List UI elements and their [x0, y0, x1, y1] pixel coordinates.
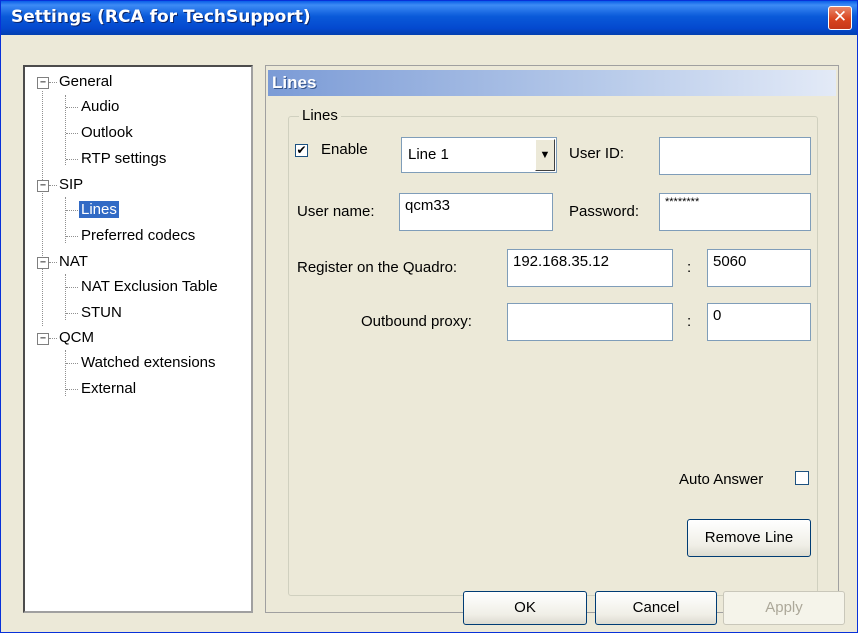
- tree-item-stun[interactable]: STUN: [81, 301, 122, 325]
- tree-line: [49, 262, 57, 263]
- tree-item-outlook[interactable]: Outlook: [81, 121, 133, 145]
- tree-item-sip[interactable]: SIP: [59, 173, 83, 197]
- tree-item-nat-exclusion-table[interactable]: NAT Exclusion Table: [81, 275, 218, 299]
- collapse-icon[interactable]: −: [37, 333, 49, 345]
- enable-checkbox[interactable]: ✔: [295, 144, 308, 157]
- outbound-port-separator: :: [687, 313, 692, 330]
- tree-line: [66, 313, 78, 314]
- panel-header: Lines: [268, 70, 836, 96]
- tree-line: [66, 159, 78, 160]
- user-name-label: User name:: [297, 203, 375, 220]
- window-title: Settings (RCA for TechSupport): [11, 7, 311, 27]
- enable-label: Enable: [321, 141, 368, 158]
- tree-item-audio[interactable]: Audio: [81, 95, 119, 119]
- collapse-icon[interactable]: −: [37, 180, 49, 192]
- tree-line: [66, 133, 78, 134]
- groupbox-title: Lines: [299, 107, 341, 124]
- settings-tree[interactable]: − General Audio Outlook RTP settings − S…: [23, 65, 253, 613]
- close-icon: ✕: [832, 7, 848, 26]
- register-port-field[interactable]: 5060: [707, 249, 811, 287]
- lines-groupbox: Lines ✔ Enable Line 1 ▼ User ID: User na…: [288, 107, 818, 596]
- password-label: Password:: [569, 203, 640, 220]
- tree-line: [66, 287, 78, 288]
- tree-line: [66, 210, 78, 211]
- tree-item-lines-label: Lines: [79, 201, 119, 218]
- cancel-button[interactable]: Cancel: [595, 591, 717, 625]
- tree-line: [49, 82, 57, 83]
- register-ip-field[interactable]: 192.168.35.12: [507, 249, 673, 287]
- tree-item-watched-extensions[interactable]: Watched extensions: [81, 351, 216, 375]
- line-select[interactable]: Line 1 ▼: [401, 137, 557, 173]
- collapse-icon[interactable]: −: [37, 77, 49, 89]
- register-port-separator: :: [687, 259, 692, 276]
- title-bar[interactable]: Settings (RCA for TechSupport) ✕: [1, 1, 857, 35]
- register-label: Register on the Quadro:: [297, 259, 458, 276]
- tree-item-general[interactable]: General: [59, 70, 112, 94]
- apply-button[interactable]: Apply: [723, 591, 845, 625]
- lines-panel: Lines Lines ✔ Enable Line 1 ▼ User ID: U…: [265, 65, 839, 613]
- ok-button[interactable]: OK: [463, 591, 587, 625]
- tree-line: [49, 338, 57, 339]
- outbound-proxy-label: Outbound proxy:: [361, 313, 472, 330]
- tree-line: [65, 95, 66, 165]
- dropdown-arrow-icon[interactable]: ▼: [535, 139, 555, 171]
- collapse-icon[interactable]: −: [37, 257, 49, 269]
- tree-item-preferred-codecs[interactable]: Preferred codecs: [81, 224, 195, 248]
- tree-line: [49, 185, 57, 186]
- tree-item-nat[interactable]: NAT: [59, 250, 88, 274]
- close-button[interactable]: ✕: [828, 6, 852, 30]
- tree-item-lines[interactable]: Lines: [79, 198, 119, 222]
- outbound-proxy-field[interactable]: [507, 303, 673, 341]
- user-id-label: User ID:: [569, 145, 625, 162]
- checkmark-icon: ✔: [296, 143, 307, 157]
- auto-answer-checkbox[interactable]: [795, 471, 809, 485]
- tree-line: [66, 236, 78, 237]
- tree-item-external[interactable]: External: [81, 377, 136, 401]
- tree-line: [66, 107, 78, 108]
- tree-line: [66, 363, 78, 364]
- tree-line: [66, 389, 78, 390]
- user-name-field[interactable]: qcm33: [399, 193, 553, 231]
- user-id-field[interactable]: [659, 137, 811, 175]
- auto-answer-label: Auto Answer: [679, 471, 764, 488]
- tree-item-qcm[interactable]: QCM: [59, 326, 94, 350]
- remove-line-button[interactable]: Remove Line: [687, 519, 811, 557]
- outbound-port-field[interactable]: 0: [707, 303, 811, 341]
- settings-window: Settings (RCA for TechSupport) ✕ − Gener…: [0, 0, 858, 633]
- tree-item-rtp-settings[interactable]: RTP settings: [81, 147, 166, 171]
- tree-line: [42, 91, 43, 326]
- password-field[interactable]: ********: [659, 193, 811, 231]
- line-select-value: Line 1: [408, 146, 449, 163]
